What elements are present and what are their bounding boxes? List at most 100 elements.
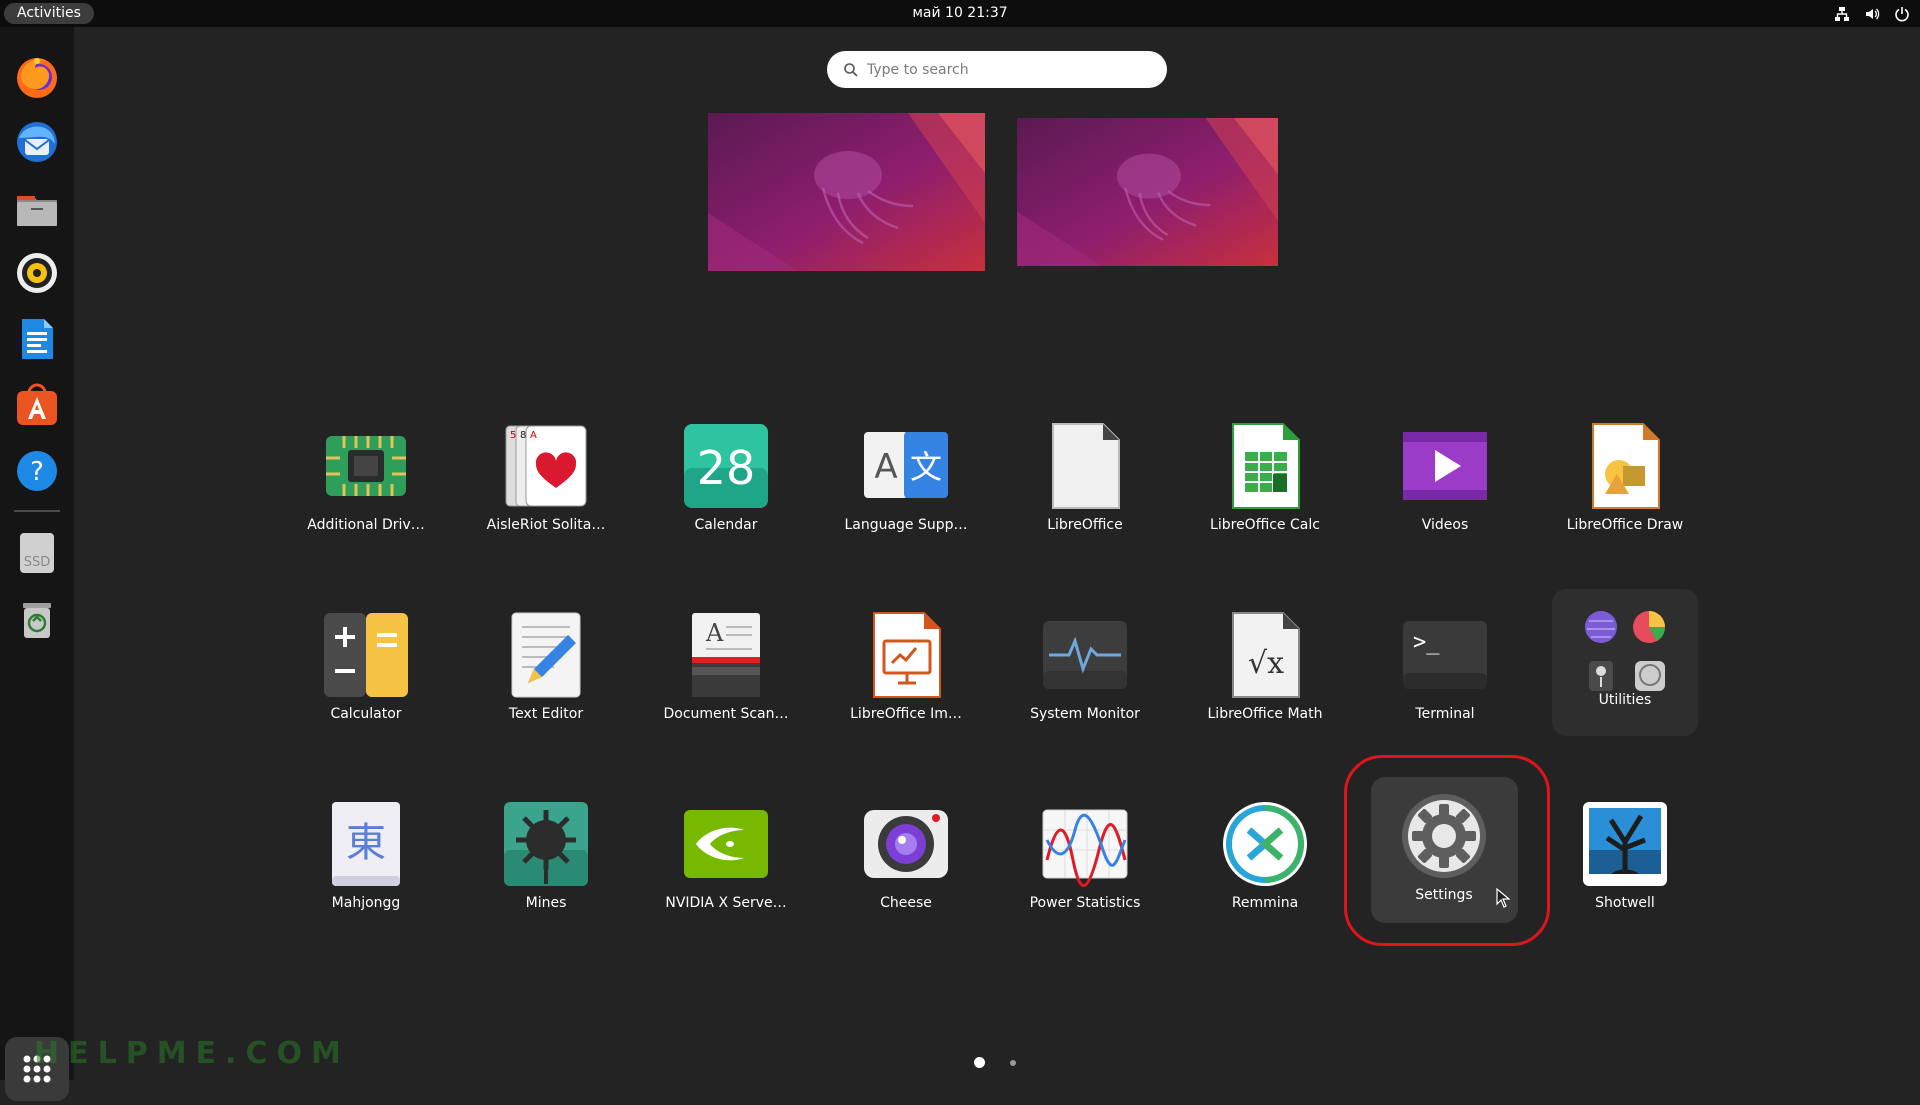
app-text-editor[interactable]: Text Editor bbox=[473, 603, 619, 751]
app-label: Document Scan… bbox=[663, 706, 789, 722]
app-power-statistics[interactable]: Power Statistics bbox=[1012, 792, 1158, 940]
app-terminal[interactable]: >_ Terminal bbox=[1372, 603, 1518, 751]
search-input[interactable] bbox=[867, 51, 1157, 88]
files-icon[interactable] bbox=[13, 184, 61, 232]
app-label: Mahjongg bbox=[331, 895, 401, 911]
scanner-glyph: A bbox=[705, 619, 724, 647]
app-label: Additional Driv… bbox=[307, 517, 425, 533]
app-document-scanner[interactable]: A Document Scan… bbox=[653, 603, 799, 751]
app-label: Cheese bbox=[880, 895, 932, 911]
terminal-icon: >_ bbox=[1401, 611, 1489, 699]
remmina-icon bbox=[1221, 800, 1309, 888]
network-icon[interactable] bbox=[1834, 6, 1850, 22]
app-label: Calculator bbox=[330, 706, 402, 722]
app-label: Mines bbox=[525, 895, 567, 911]
page-indicator-1[interactable] bbox=[974, 1057, 985, 1068]
terminal-glyph: >_ bbox=[1413, 630, 1440, 655]
ssd-label: SSD bbox=[24, 555, 51, 570]
app-libreoffice-impress[interactable]: LibreOffice Im… bbox=[833, 603, 979, 751]
folder-icon bbox=[1581, 607, 1669, 695]
ssd-drive-icon[interactable]: SSD bbox=[13, 529, 61, 577]
app-label: NVIDIA X Serve… bbox=[665, 895, 787, 911]
app-label: Calendar bbox=[694, 517, 758, 533]
app-system-monitor[interactable]: System Monitor bbox=[1012, 603, 1158, 751]
system-tray[interactable] bbox=[1834, 0, 1910, 27]
nvidia-icon bbox=[682, 800, 770, 888]
calculator-icon bbox=[322, 611, 410, 699]
dock-separator bbox=[14, 510, 60, 512]
cards-icon: 58A bbox=[502, 422, 590, 510]
app-libreoffice[interactable]: LibreOffice bbox=[1012, 414, 1158, 562]
search-bar[interactable] bbox=[827, 51, 1167, 88]
app-label: System Monitor bbox=[1030, 706, 1140, 722]
app-calculator[interactable]: Calculator bbox=[293, 603, 439, 751]
thunderbird-icon[interactable] bbox=[13, 118, 61, 166]
calendar-day: 28 bbox=[697, 441, 756, 495]
videos-icon bbox=[1401, 422, 1489, 510]
scanner-icon: A bbox=[682, 611, 770, 699]
app-calendar[interactable]: 28 Calendar bbox=[653, 414, 799, 562]
app-libreoffice-draw[interactable]: LibreOffice Draw bbox=[1552, 414, 1698, 562]
app-aisleriot-solitaire[interactable]: 58A AisleRiot Solita… bbox=[473, 414, 619, 562]
app-label: Terminal bbox=[1415, 706, 1475, 722]
svg-text:?: ? bbox=[30, 457, 44, 487]
mahjongg-icon: 東 bbox=[322, 800, 410, 888]
app-label: Text Editor bbox=[508, 706, 584, 722]
app-language-support[interactable]: A文 Language Supp… bbox=[833, 414, 979, 562]
watermark: HELPME.COM bbox=[34, 1036, 350, 1071]
math-icon: √x bbox=[1221, 611, 1309, 699]
clock[interactable]: май 10 21:37 bbox=[0, 0, 1920, 27]
app-videos[interactable]: Videos bbox=[1372, 414, 1518, 562]
top-bar: Activities май 10 21:37 bbox=[0, 0, 1920, 27]
app-label: AisleRiot Solita… bbox=[486, 517, 606, 533]
app-label: LibreOffice Calc bbox=[1210, 517, 1320, 533]
libreoffice-icon bbox=[1041, 422, 1129, 510]
app-label: LibreOffice bbox=[1047, 517, 1123, 533]
rhythmbox-icon[interactable] bbox=[13, 249, 61, 297]
glyph-a: A bbox=[874, 447, 897, 487]
mahjongg-glyph: 東 bbox=[346, 820, 386, 866]
workspace-thumbnail-2[interactable] bbox=[1017, 118, 1278, 266]
app-label: Utilities bbox=[1598, 692, 1652, 708]
power-statistics-icon bbox=[1041, 800, 1129, 888]
language-icon: A文 bbox=[862, 422, 950, 510]
app-grid-icon bbox=[5, 1055, 69, 1105]
dock: ? SSD bbox=[0, 27, 74, 1101]
impress-icon bbox=[862, 611, 950, 699]
writer-icon[interactable] bbox=[13, 315, 61, 363]
workspace-thumbnail-1[interactable] bbox=[708, 113, 985, 271]
trash-icon[interactable] bbox=[13, 595, 61, 643]
help-icon[interactable]: ? bbox=[13, 447, 61, 495]
svg-text:A: A bbox=[530, 430, 537, 441]
system-monitor-icon bbox=[1041, 611, 1129, 699]
app-label: LibreOffice Math bbox=[1207, 706, 1323, 722]
app-label: Shotwell bbox=[1595, 895, 1655, 911]
app-cheese[interactable]: Cheese bbox=[833, 792, 979, 940]
app-label: Power Statistics bbox=[1029, 895, 1141, 911]
app-additional-drivers[interactable]: Additional Driv… bbox=[293, 414, 439, 562]
app-label: LibreOffice Im… bbox=[850, 706, 962, 722]
page-indicator-2[interactable] bbox=[1010, 1060, 1016, 1066]
app-folder-utilities[interactable]: Utilities bbox=[1552, 589, 1698, 736]
app-label: Remmina bbox=[1231, 895, 1299, 911]
math-glyph: √x bbox=[1248, 646, 1284, 681]
draw-icon bbox=[1581, 422, 1669, 510]
software-icon[interactable] bbox=[13, 381, 61, 429]
firefox-icon[interactable] bbox=[13, 53, 61, 101]
app-remmina[interactable]: Remmina bbox=[1192, 792, 1338, 940]
calendar-icon: 28 bbox=[682, 422, 770, 510]
chip-icon bbox=[322, 422, 410, 510]
mouse-pointer-icon bbox=[1496, 887, 1511, 912]
glyph-b: 文 bbox=[910, 448, 942, 486]
app-libreoffice-math[interactable]: √x LibreOffice Math bbox=[1192, 603, 1338, 751]
app-libreoffice-calc[interactable]: LibreOffice Calc bbox=[1192, 414, 1338, 562]
app-nvidia-x-server[interactable]: NVIDIA X Serve… bbox=[653, 792, 799, 940]
app-label: Language Supp… bbox=[844, 517, 968, 533]
power-icon[interactable] bbox=[1894, 6, 1910, 22]
calc-icon bbox=[1221, 422, 1309, 510]
app-shotwell[interactable]: Shotwell bbox=[1552, 792, 1698, 940]
app-mahjongg[interactable]: 東 Mahjongg bbox=[293, 792, 439, 940]
search-icon bbox=[843, 62, 859, 82]
app-mines[interactable]: Mines bbox=[473, 792, 619, 940]
volume-icon[interactable] bbox=[1864, 6, 1880, 22]
